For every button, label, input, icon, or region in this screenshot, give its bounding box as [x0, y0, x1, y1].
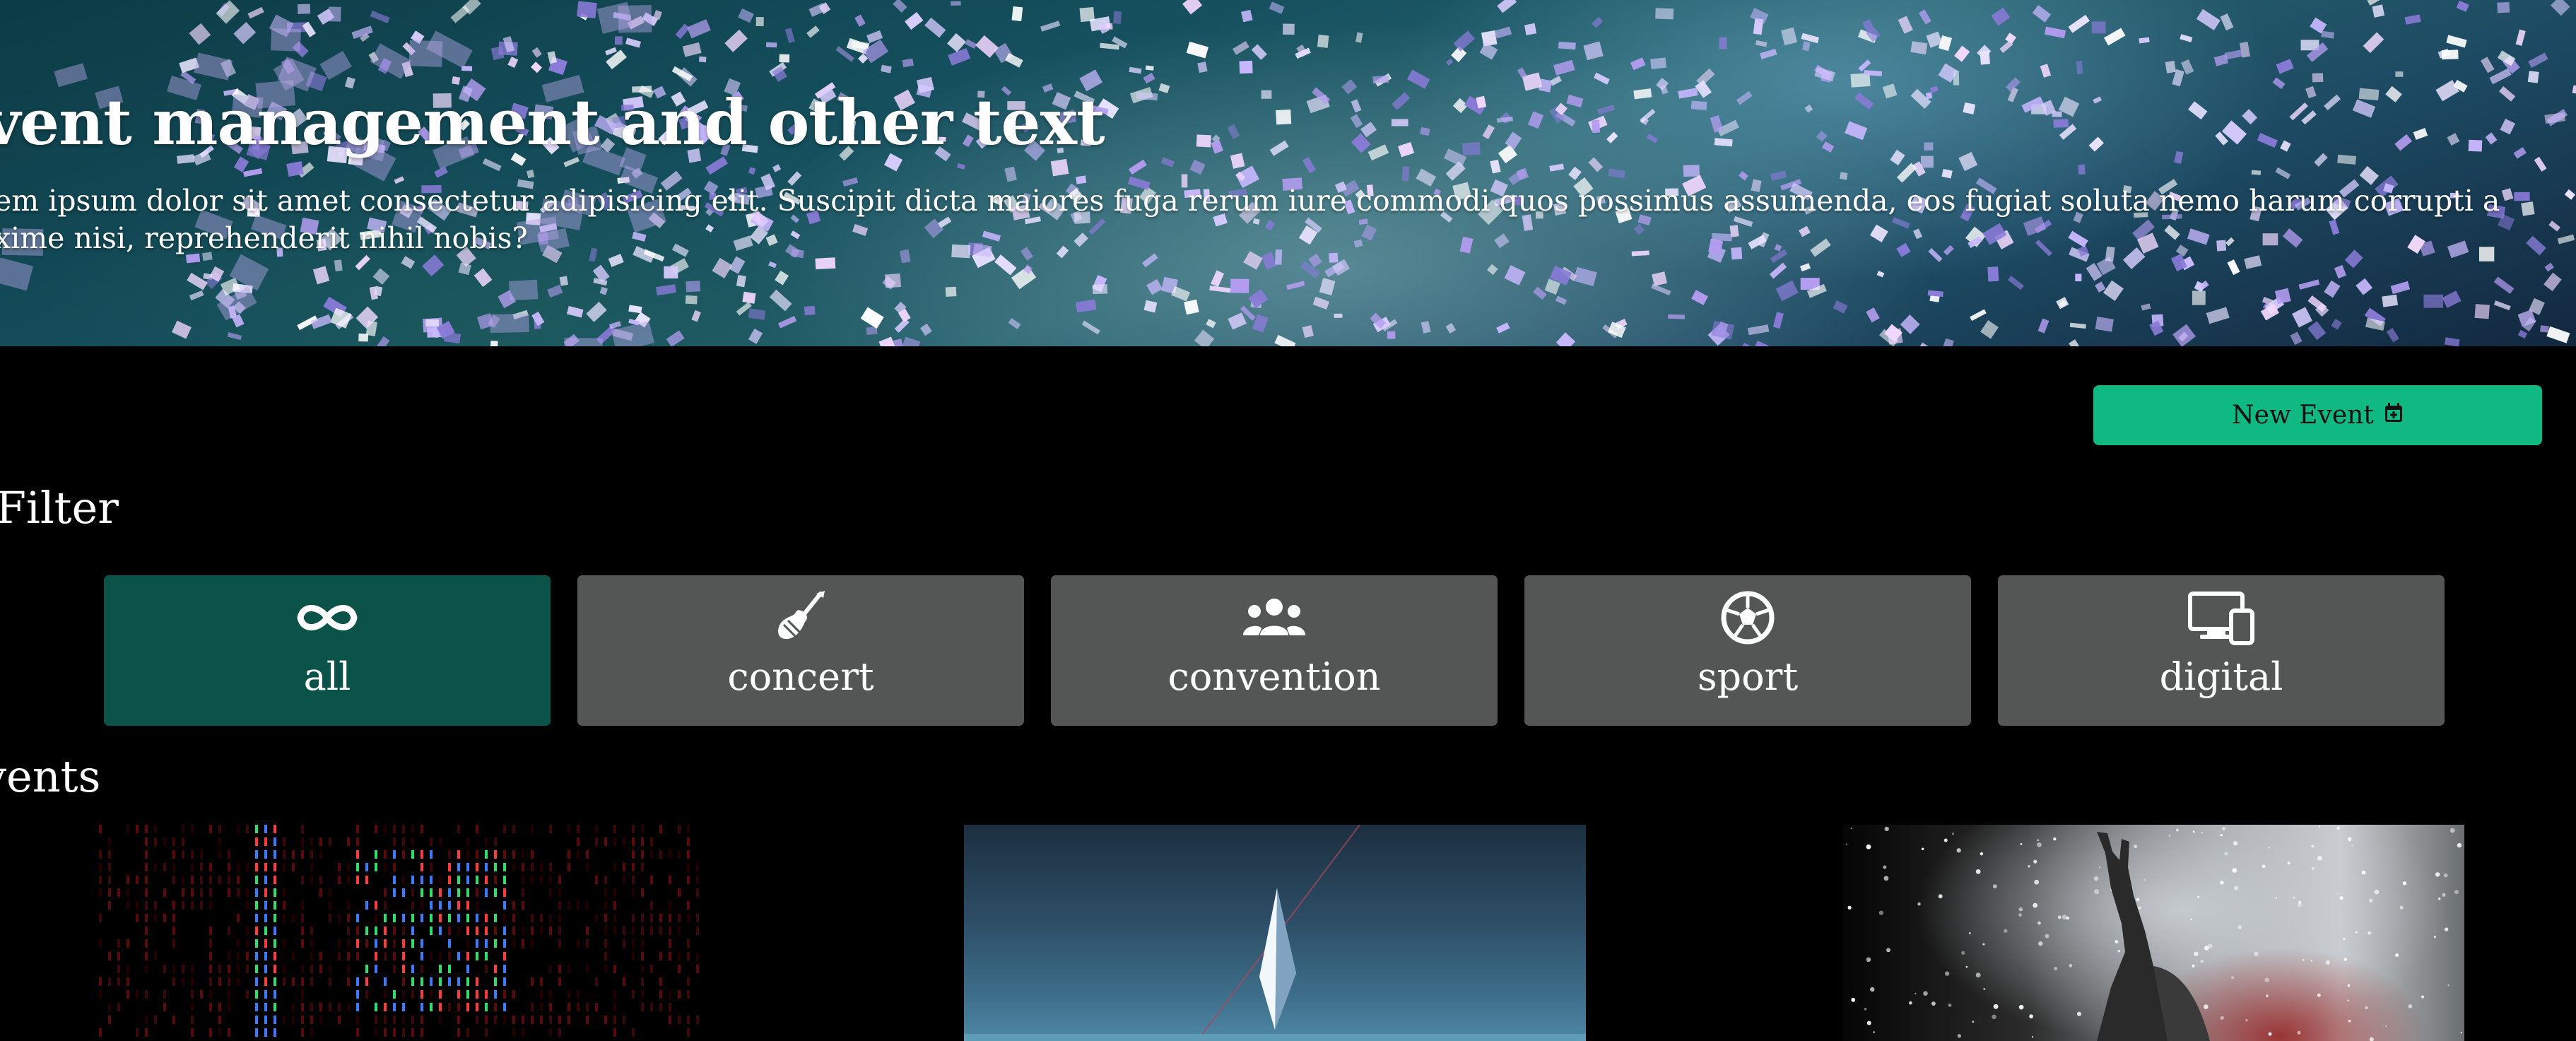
filter-label: all — [303, 654, 351, 699]
calendar-plus-icon — [2384, 401, 2404, 430]
devices-icon — [2187, 589, 2255, 646]
filter-convention-button[interactable]: convention — [1051, 575, 1498, 726]
filter-label: digital — [2159, 654, 2283, 699]
filter-label: concert — [727, 654, 874, 699]
concert-crowd-image — [1845, 825, 2462, 1041]
filter-concert-button[interactable]: concert — [577, 575, 1024, 726]
event-card-image[interactable] — [85, 825, 707, 1041]
filter-bar: all concert convention sport digital — [104, 575, 2445, 726]
hero-title: vent management and other text — [0, 86, 1105, 159]
new-event-button[interactable]: New Event — [2093, 385, 2542, 445]
soccer-ball-icon — [1714, 589, 1782, 646]
filter-digital-button[interactable]: digital — [1998, 575, 2445, 726]
filter-label: convention — [1168, 654, 1381, 699]
guitar-icon — [767, 589, 835, 646]
new-event-label: New Event — [2232, 401, 2374, 430]
people-group-icon — [1240, 589, 1308, 646]
filter-sport-button[interactable]: sport — [1524, 575, 1971, 726]
code-screen-image — [99, 825, 699, 1037]
filter-all-button[interactable]: all — [104, 575, 551, 726]
event-card-image[interactable] — [1842, 825, 2464, 1041]
crystal-pyramid-image — [964, 825, 1586, 1041]
filter-label: sport — [1697, 654, 1799, 699]
hero-description: em ipsum dolor sit amet consectetur adip… — [0, 184, 2500, 255]
infinity-icon — [293, 589, 361, 646]
event-card-image[interactable] — [964, 825, 1586, 1041]
filter-heading: Filter — [0, 482, 119, 534]
hero-banner: vent management and other text em ipsum … — [0, 0, 2576, 346]
confetti-background-image — [0, 0, 2576, 346]
events-heading: vents — [0, 751, 101, 802]
